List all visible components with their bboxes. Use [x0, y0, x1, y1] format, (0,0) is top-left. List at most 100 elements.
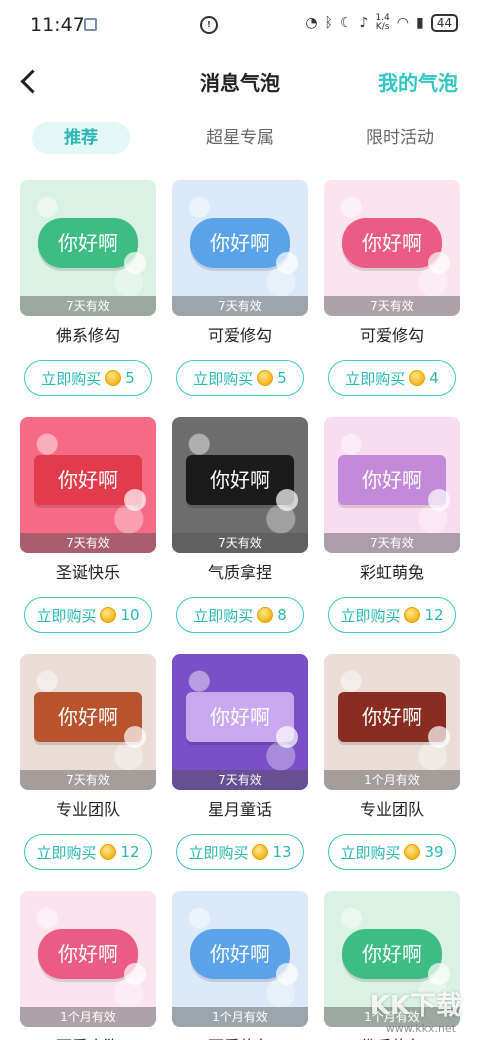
watermark-logo: KK下载	[369, 991, 462, 1021]
buy-label: 立即购买	[340, 606, 401, 625]
bubble-name: 佛系修勾	[324, 1035, 460, 1040]
coin-icon	[105, 370, 122, 386]
bubble-name: 圣诞快乐	[55, 563, 120, 582]
buy-button[interactable]: 立即购买 12	[24, 834, 152, 870]
bubble-card[interactable]: 你好啊 7天有效可爱修勾立即购买 5	[172, 180, 308, 396]
mascot-icon	[124, 726, 146, 748]
coin-icon	[409, 370, 426, 386]
bubble-preview[interactable]: 你好啊 7天有效	[20, 180, 156, 316]
price: 8	[277, 606, 287, 624]
tab-limited-events[interactable]: 限时活动	[350, 122, 450, 154]
mascot-icon	[428, 726, 450, 748]
mascot-icon	[276, 963, 298, 985]
buy-label: 立即购买	[345, 369, 406, 388]
mascot-icon	[124, 963, 146, 985]
bubble-name: 可爱小狗	[20, 1035, 156, 1040]
buy-button[interactable]: 立即购买 12	[328, 597, 456, 633]
price: 12	[120, 843, 140, 861]
bubble-preview[interactable]: 你好啊 1个月有效	[172, 891, 308, 1027]
bubble-sample-text: 你好啊	[190, 218, 290, 268]
bubble-name: 可爱修勾	[207, 326, 272, 345]
bubble-preview[interactable]: 你好啊 1个月有效	[324, 654, 460, 790]
price: 12	[424, 606, 444, 624]
buy-button[interactable]: 立即购买 10	[24, 597, 152, 633]
bubble-card[interactable]: 你好啊 7天有效 可爱修勾 立即购买 4	[324, 180, 460, 396]
buy-label: 立即购买	[188, 843, 249, 862]
bluetooth-icon: ᛒ	[324, 15, 333, 31]
bubble-name: 星月童话	[207, 800, 272, 819]
price: 4	[429, 369, 439, 387]
bubble-preview[interactable]: 你好啊 7天有效	[172, 417, 308, 553]
buy-button[interactable]: 立即购买 39	[328, 834, 456, 870]
buy-button[interactable]: 立即购买 5	[176, 360, 304, 396]
coin-icon	[257, 607, 274, 623]
validity-label: 7天有效	[20, 533, 156, 553]
speedometer-icon: ◔	[305, 15, 318, 31]
bubble-sample-text: 你好啊	[38, 929, 138, 979]
bubble-preview[interactable]: 你好啊 7天有效	[172, 180, 308, 316]
buy-label: 立即购买	[41, 369, 102, 388]
validity-label: 7天有效	[172, 533, 308, 553]
status-bar: 11:47 ! ◔ ᛒ ☾ ♪ 1.4 K/s ◠ ▮ 44	[0, 0, 480, 54]
coin-icon	[100, 844, 117, 860]
status-time: 11:47	[30, 14, 85, 36]
status-icons: ◔ ᛒ ☾ ♪ 1.4 K/s ◠ ▮ 44	[305, 14, 458, 32]
header: 消息气泡 我的气泡	[0, 54, 480, 110]
bubble-card[interactable]: 你好啊 1个月有效专业团队立即购买 39	[324, 654, 460, 870]
buy-button[interactable]: 立即购买 5	[24, 360, 152, 396]
buy-button[interactable]: 立即购买 8	[176, 597, 304, 633]
bubble-name: 专业团队	[359, 800, 424, 819]
tab-superstar-exclusive[interactable]: 超星专属	[190, 122, 290, 154]
bubble-card[interactable]: 你好啊 7天有效 气质拿捏 立即购买 8	[172, 417, 308, 633]
price: 13	[272, 843, 292, 861]
bubble-preview[interactable]: 你好啊 1个月有效	[20, 891, 156, 1027]
mascot-icon	[428, 963, 450, 985]
buy-button[interactable]: 立即购买 4	[328, 360, 456, 396]
mascot-icon	[428, 252, 450, 274]
buy-label: 立即购买	[340, 843, 401, 862]
price: 5	[125, 369, 135, 387]
bubble-card[interactable]: 你好啊 1个月有效可爱修勾	[172, 891, 308, 1040]
wifi-icon: ◠	[396, 15, 409, 31]
validity-label: 7天有效	[324, 533, 460, 553]
bubble-preview[interactable]: 你好啊 7天有效	[20, 417, 156, 553]
buy-label: 立即购买	[193, 606, 254, 625]
bubble-card[interactable]: 你好啊 7天有效 专业团队 立即购买 12	[20, 654, 156, 870]
mascot-icon	[428, 489, 450, 511]
bubble-preview[interactable]: 你好啊 7天有效	[20, 654, 156, 790]
coin-icon	[252, 844, 269, 860]
tab-recommended[interactable]: 推荐	[32, 122, 130, 154]
battery-icon: 44	[430, 14, 458, 32]
buy-label: 立即购买	[36, 606, 97, 625]
network-speed: 1.4 K/s	[375, 13, 390, 32]
price: 39	[424, 843, 444, 861]
validity-label: 7天有效	[20, 296, 156, 316]
validity-label: 1个月有效	[324, 770, 460, 790]
bubble-card[interactable]: 你好啊 7天有效 佛系修勾 立即购买 5	[20, 180, 156, 396]
bubble-preview[interactable]: 你好啊 7天有效	[324, 180, 460, 316]
validity-label: 1个月有效	[20, 1007, 156, 1027]
bubble-card[interactable]: 你好啊 7天有效 彩虹萌兔 立即购买 12	[324, 417, 460, 633]
mascot-icon	[276, 489, 298, 511]
mascot-icon	[124, 489, 146, 511]
coin-icon	[404, 607, 421, 623]
bubble-card[interactable]: 你好啊 7天有效圣诞快乐立即购买 10	[20, 417, 156, 633]
validity-label: 1个月有效	[172, 1007, 308, 1027]
buy-button[interactable]: 立即购买 13	[176, 834, 304, 870]
validity-label: 7天有效	[172, 770, 308, 790]
data-saver-icon: !	[200, 16, 218, 34]
price: 5	[277, 369, 287, 387]
mascot-icon	[276, 252, 298, 274]
coin-icon	[257, 370, 274, 386]
bubble-card[interactable]: 你好啊 1个月有效可爱小狗	[20, 891, 156, 1040]
bubble-sample-text: 你好啊	[38, 218, 138, 268]
bubble-name: 可爱修勾	[172, 1035, 308, 1040]
tab-bar: 推荐 超星专属 限时活动	[0, 118, 480, 158]
my-bubble-link[interactable]: 我的气泡	[378, 67, 458, 96]
validity-label: 7天有效	[20, 770, 156, 790]
watermark-url: www.kkx.net	[385, 1022, 456, 1035]
buy-label: 立即购买	[193, 369, 254, 388]
bubble-preview[interactable]: 你好啊 7天有效	[172, 654, 308, 790]
bubble-preview[interactable]: 你好啊 7天有效	[324, 417, 460, 553]
bubble-card[interactable]: 你好啊 7天有效星月童话立即购买 13	[172, 654, 308, 870]
